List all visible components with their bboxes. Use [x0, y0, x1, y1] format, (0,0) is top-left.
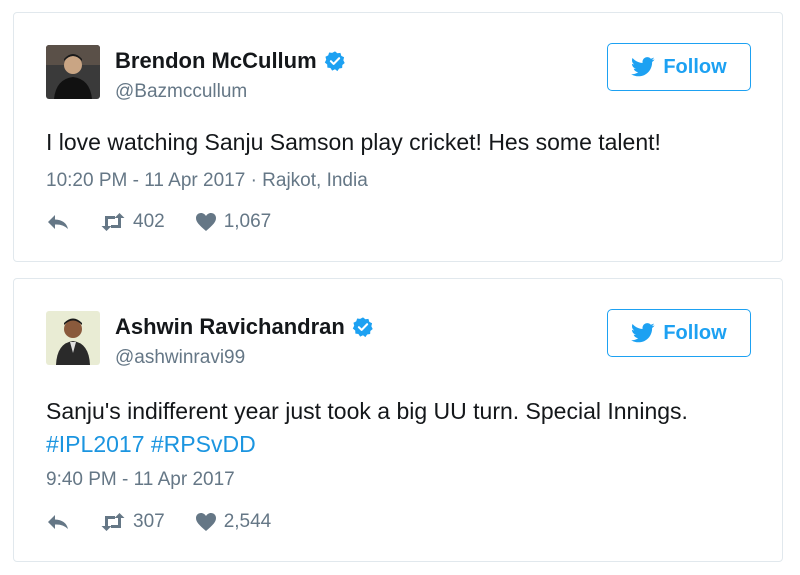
reply-button[interactable] [46, 513, 70, 531]
tweet-card: Ashwin Ravichandran @ashwinravi99 Follow… [13, 278, 783, 562]
display-name[interactable]: Ashwin Ravichandran [115, 314, 374, 340]
tweet-meta: 10:20 PM - 11 Apr 2017 · Rajkot, India [46, 170, 368, 192]
like-count: 1,067 [223, 211, 272, 232]
tweet-card: Brendon McCullum @Bazmccullum Follow I l… [13, 12, 783, 262]
user-handle[interactable]: @ashwinravi99 [115, 347, 245, 369]
retweet-icon [100, 513, 126, 531]
follow-button[interactable]: Follow [607, 43, 751, 91]
like-count: 2,544 [223, 511, 272, 532]
avatar[interactable] [46, 311, 100, 365]
follow-button[interactable]: Follow [607, 309, 751, 357]
tweet-actions: 307 2,544 [46, 511, 301, 533]
verified-badge-icon [324, 50, 346, 72]
follow-button-label: Follow [663, 55, 727, 78]
reply-icon [46, 213, 70, 231]
user-handle[interactable]: @Bazmccullum [115, 81, 247, 103]
tweet-text: I love watching Sanju Samson play cricke… [46, 129, 661, 155]
tweet-hashtags[interactable]: #IPL2017 #RPSvDD [46, 428, 766, 461]
tweet-meta: 9:40 PM - 11 Apr 2017 [46, 469, 235, 491]
heart-icon [195, 512, 217, 532]
retweet-button[interactable]: 307 [100, 511, 165, 533]
reply-button[interactable] [46, 213, 70, 231]
retweet-icon [100, 213, 126, 231]
retweet-count: 307 [133, 511, 165, 532]
retweet-button[interactable]: 402 [100, 211, 165, 233]
tweet-text-body: Sanju's indifferent year just took a big… [46, 398, 688, 424]
display-name[interactable]: Brendon McCullum [115, 48, 346, 74]
tweet-location[interactable]: Rajkot, India [262, 170, 368, 191]
display-name-text[interactable]: Ashwin Ravichandran [115, 314, 345, 340]
like-button[interactable]: 1,067 [195, 211, 272, 233]
like-button[interactable]: 2,544 [195, 511, 272, 533]
heart-icon [195, 212, 217, 232]
meta-separator: · [250, 170, 263, 191]
tweet-timestamp[interactable]: 10:20 PM - 11 Apr 2017 [46, 170, 245, 191]
retweet-count: 402 [133, 211, 165, 232]
twitter-bird-icon [631, 57, 655, 77]
tweet-text: Sanju's indifferent year just took a big… [46, 395, 766, 461]
follow-button-label: Follow [663, 321, 727, 344]
tweet-actions: 402 1,067 [46, 211, 301, 233]
avatar[interactable] [46, 45, 100, 99]
display-name-text[interactable]: Brendon McCullum [115, 48, 317, 74]
reply-icon [46, 513, 70, 531]
verified-badge-icon [352, 316, 374, 338]
twitter-bird-icon [631, 323, 655, 343]
tweet-timestamp[interactable]: 9:40 PM - 11 Apr 2017 [46, 469, 235, 490]
